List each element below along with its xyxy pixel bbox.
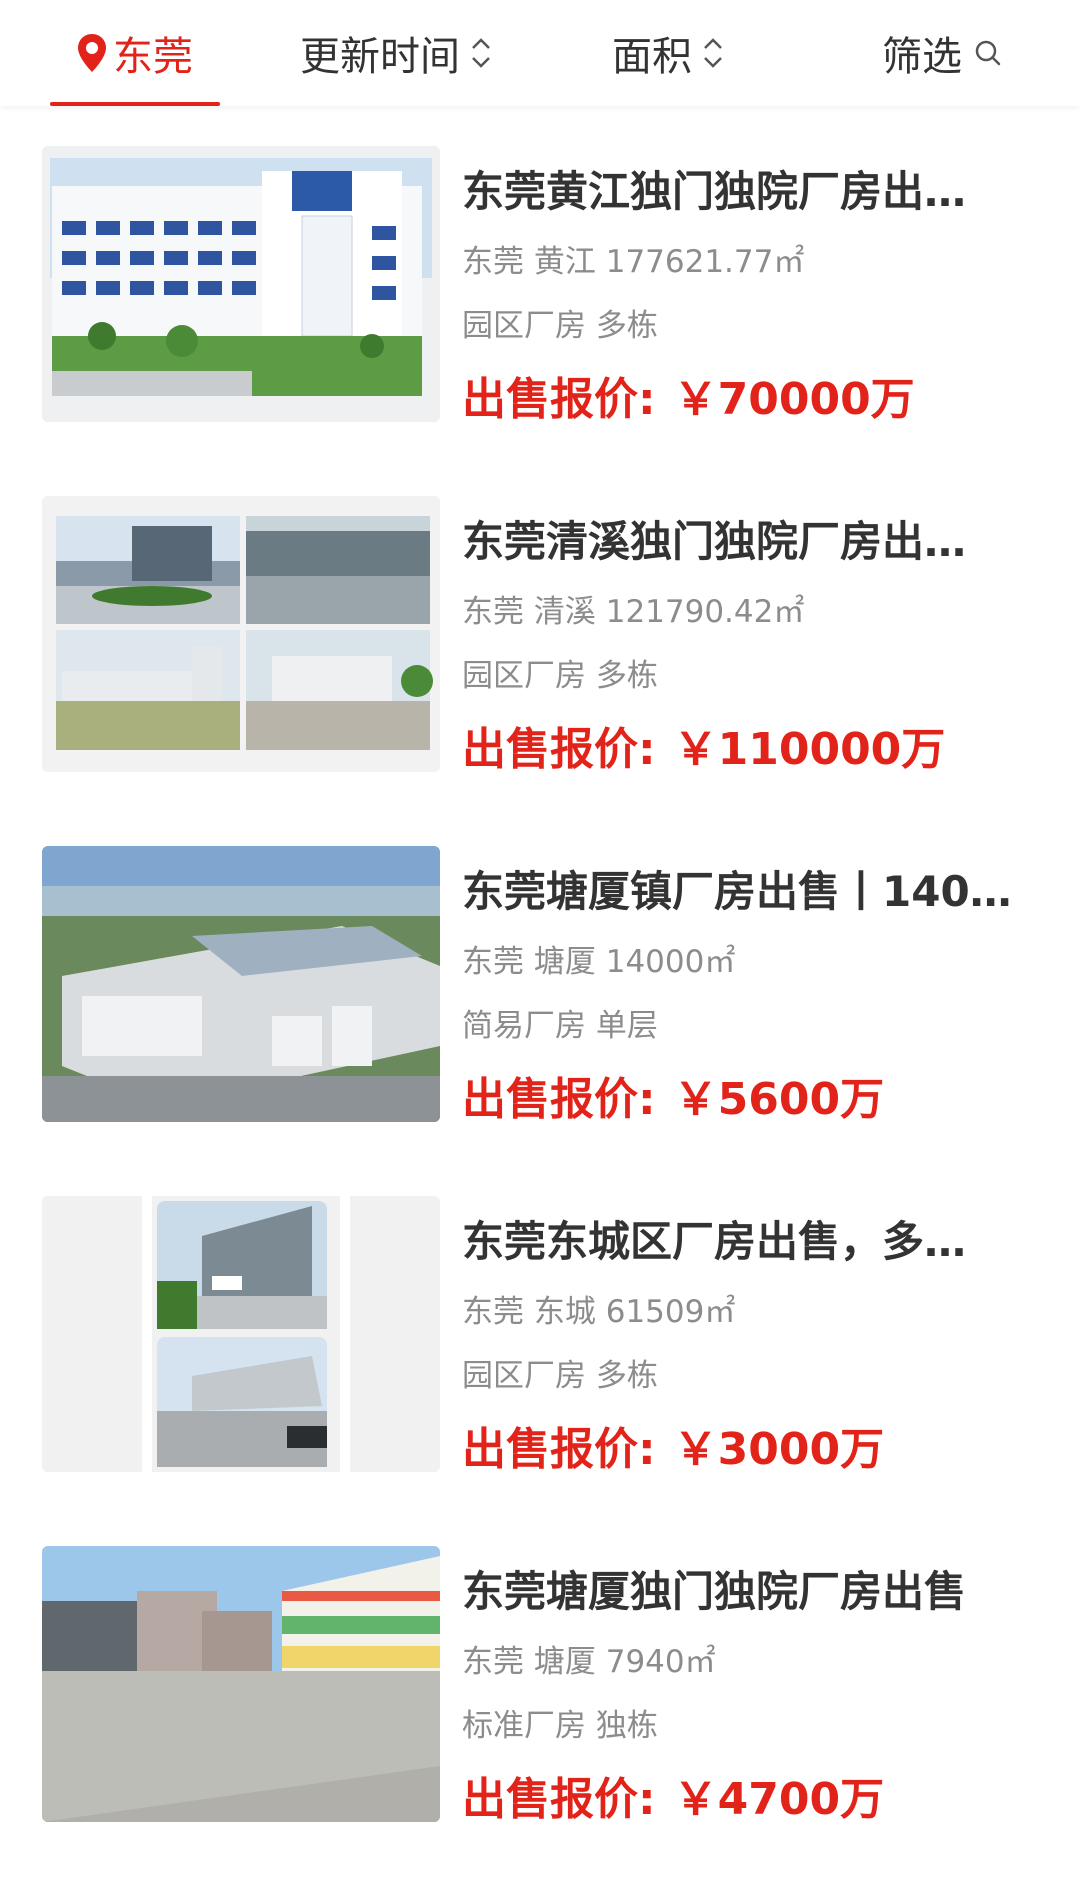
price-value: ￥4700万 [673,1774,885,1825]
price-prefix: 出售报价: [462,1424,656,1475]
filter-tab[interactable]: 筛选 [882,0,1002,106]
price-value: ￥5600万 [673,1074,885,1125]
listing-area: 177621.77㎡ [605,244,805,280]
filter-bar: 东莞 更新时间 面积 筛选 [0,0,1080,106]
listing-photo [42,846,440,1122]
listing-type: 园区厂房 多栋 [462,658,658,694]
price-prefix: 出售报价: [462,374,656,425]
listing-price: 出售报价: ￥5600万 [462,1072,884,1128]
listing-city: 东莞 [462,1644,524,1680]
listing-meta: 东莞 黄江 177621.77㎡ [462,242,804,282]
listing-title: 东莞塘厦镇厂房出售丨140… [462,867,1012,916]
listing-photo [42,146,440,422]
listing-info: 东莞黄江独门独院厂房出… 东莞 黄江 177621.77㎡ 园区厂房 多栋 出售… [462,146,1080,425]
sort-updown-icon [470,35,492,71]
listing-photo [42,1196,440,1472]
listing-card[interactable]: 东莞黄江独门独院厂房出… 东莞 黄江 177621.77㎡ 园区厂房 多栋 出售… [42,146,1042,425]
listing-meta: 东莞 东城 61509㎡ [462,1292,735,1332]
area-sort-tab[interactable]: 面积 [612,0,724,106]
listing-meta: 东莞 塘厦 14000㎡ [462,942,735,982]
listing-type: 标准厂房 独栋 [462,1708,658,1744]
active-tab-underline [50,102,220,106]
listing-card[interactable]: 东莞清溪独门独院厂房出… 东莞 清溪 121790.42㎡ 园区厂房 多栋 出售… [42,496,1042,775]
listing-info: 东莞塘厦独门独院厂房出售 东莞 塘厦 7940㎡ 标准厂房 独栋 出售报价: ￥4… [462,1546,1080,1825]
listing-meta: 东莞 清溪 121790.42㎡ [462,592,804,632]
listing-title: 东莞东城区厂房出售，多… [462,1217,967,1266]
listing-type: 园区厂房 多栋 [462,308,658,344]
listing-city: 东莞 [462,244,524,280]
update-time-label: 更新时间 [300,34,460,80]
sort-updown-icon [702,35,724,71]
listing-district: 清溪 [533,594,596,630]
listing-district: 黄江 [533,244,596,280]
filter-label: 筛选 [882,34,962,80]
listing-info: 东莞清溪独门独院厂房出… 东莞 清溪 121790.42㎡ 园区厂房 多栋 出售… [462,496,1080,775]
listing-info: 东莞塘厦镇厂房出售丨140… 东莞 塘厦 14000㎡ 简易厂房 单层 出售报价… [462,846,1080,1125]
listing-area: 61509㎡ [605,1294,736,1330]
listing-area: 121790.42㎡ [605,594,805,630]
listing-city: 东莞 [462,944,524,980]
price-prefix: 出售报价: [462,1774,656,1825]
listing-type: 简易厂房 单层 [462,1008,658,1044]
update-time-sort-tab[interactable]: 更新时间 [300,0,492,106]
listing-type: 园区厂房 多栋 [462,1358,658,1394]
listing-price: 出售报价: ￥4700万 [462,1772,884,1828]
listing-price: 出售报价: ￥70000万 [462,372,915,428]
search-icon [974,39,1002,67]
listing-card[interactable]: 东莞塘厦镇厂房出售丨140… 东莞 塘厦 14000㎡ 简易厂房 单层 出售报价… [42,846,1042,1125]
listing-card[interactable]: 东莞东城区厂房出售，多… 东莞 东城 61509㎡ 园区厂房 多栋 出售报价: ￥… [42,1196,1042,1475]
listing-area: 7940㎡ [605,1644,716,1680]
price-value: ￥70000万 [673,374,915,425]
price-value: ￥3000万 [673,1424,885,1475]
listing-price: 出售报价: ￥110000万 [462,722,945,778]
price-value: ￥110000万 [673,724,946,775]
price-prefix: 出售报价: [462,724,656,775]
listing-city: 东莞 [462,594,524,630]
listing-price: 出售报价: ￥3000万 [462,1422,884,1478]
area-label: 面积 [612,34,692,80]
location-pin-icon [77,33,107,73]
listing-info: 东莞东城区厂房出售，多… 东莞 东城 61509㎡ 园区厂房 多栋 出售报价: ￥… [462,1196,1080,1475]
listing-title: 东莞清溪独门独院厂房出… [462,517,967,566]
listing-photo [42,496,440,772]
listing-city: 东莞 [462,1294,524,1330]
listing-title: 东莞黄江独门独院厂房出… [462,167,967,216]
location-filter-tab[interactable]: 东莞 [50,0,220,106]
listing-district: 东城 [533,1294,596,1330]
listing-title: 东莞塘厦独门独院厂房出售 [462,1567,967,1616]
listing-area: 14000㎡ [605,944,736,980]
price-prefix: 出售报价: [462,1074,656,1125]
listing-photo [42,1546,440,1822]
listing-district: 塘厦 [533,1644,596,1680]
listing-card[interactable]: 东莞塘厦独门独院厂房出售 东莞 塘厦 7940㎡ 标准厂房 独栋 出售报价: ￥4… [42,1546,1042,1825]
listing-meta: 东莞 塘厦 7940㎡ [462,1642,716,1682]
location-label: 东莞 [113,34,193,80]
listing-district: 塘厦 [533,944,596,980]
